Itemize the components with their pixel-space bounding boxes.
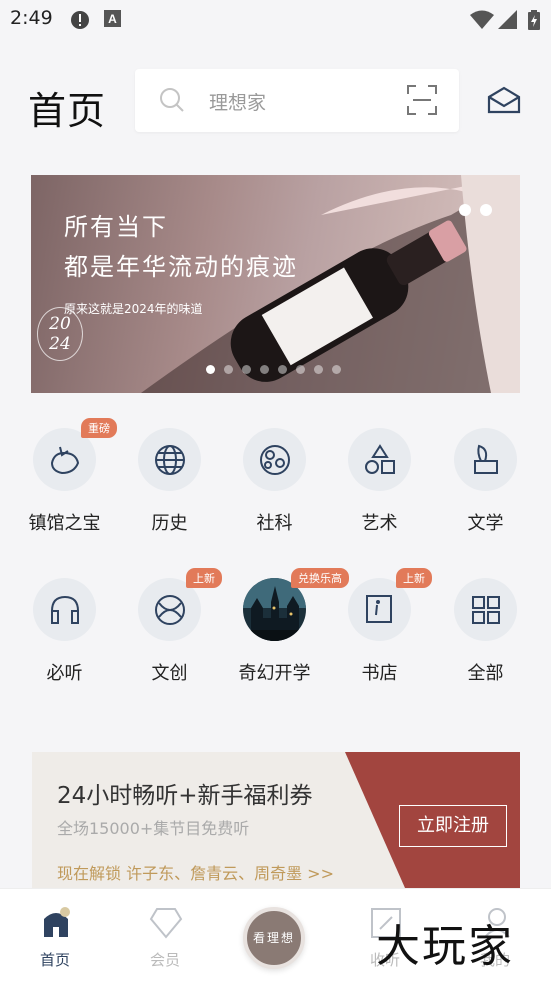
category-label: 社科 xyxy=(256,513,293,534)
home-icon xyxy=(40,907,72,943)
nav-member-label: 会员 xyxy=(149,951,180,969)
category-badge: 上新 xyxy=(186,568,222,588)
category-item[interactable]: 上新书店 xyxy=(327,568,432,685)
watermark-text: 大玩家 xyxy=(376,921,514,972)
promo-subtitle: 全场15000+集节目免费听 xyxy=(57,819,250,838)
category-item[interactable]: 文学 xyxy=(433,428,538,535)
a-keyboard-icon: A xyxy=(104,10,121,31)
carousel-dot[interactable] xyxy=(260,365,269,374)
carousel-dot[interactable] xyxy=(296,365,305,374)
globe-icon xyxy=(138,428,201,491)
search-placeholder: 理想家 xyxy=(209,92,267,114)
headphones-icon xyxy=(33,578,96,641)
category-item[interactable]: 历史 xyxy=(117,428,222,535)
register-button[interactable]: 立即注册 xyxy=(399,805,507,847)
carousel-dot[interactable] xyxy=(224,365,233,374)
battery-icon xyxy=(528,10,540,34)
page-title: 首页 xyxy=(28,89,107,133)
carousel-indicator[interactable] xyxy=(206,365,341,374)
category-label: 镇馆之宝 xyxy=(28,513,101,534)
status-time: 2:49 xyxy=(10,7,53,29)
grid-icon xyxy=(454,578,517,641)
carousel-dot[interactable] xyxy=(278,365,287,374)
category-label: 书店 xyxy=(361,663,398,684)
quill-icon xyxy=(454,428,517,491)
status-bar: 2:49 A xyxy=(0,0,551,38)
category-item[interactable]: 上新文创 xyxy=(117,568,222,685)
category-item[interactable]: 兑换乐高奇幻开学 xyxy=(222,568,349,685)
category-item[interactable]: 必听 xyxy=(12,578,117,685)
category-item[interactable]: 社科 xyxy=(222,428,327,535)
category-badge: 重磅 xyxy=(81,418,117,438)
signup-promo-card[interactable]: 24小时畅听+新手福利券 全场15000+集节目免费听 现在解锁 许子东、詹青云… xyxy=(32,752,520,888)
category-label: 文学 xyxy=(467,513,504,534)
year-bottom: 24 xyxy=(49,334,71,354)
svg-text:A: A xyxy=(108,12,117,26)
book-icon: 上新 xyxy=(348,568,432,641)
search-icon xyxy=(159,87,185,117)
category-label: 文创 xyxy=(151,663,188,684)
promo-unlock-link[interactable]: 现在解锁 许子东、詹青云、周奇墨 >> xyxy=(57,860,334,884)
nav-home-label: 首页 xyxy=(39,951,70,969)
banner-headline-2: 都是年华流动的痕迹 xyxy=(64,253,298,281)
search-bar[interactable]: 理想家 xyxy=(135,69,459,132)
castle-image: 兑换乐高 xyxy=(243,568,349,641)
carousel-dot[interactable] xyxy=(242,365,251,374)
alert-icon xyxy=(70,10,90,34)
center-logo-button[interactable]: 看理想 xyxy=(243,907,305,969)
year-top: 20 xyxy=(49,314,71,334)
category-badge: 上新 xyxy=(396,568,432,588)
scan-icon[interactable] xyxy=(407,85,437,119)
category-label: 全部 xyxy=(467,663,504,684)
category-label: 奇幻开学 xyxy=(238,663,311,684)
wifi-icon xyxy=(470,10,494,34)
carousel-dot[interactable] xyxy=(314,365,323,374)
treasure-icon: 重磅 xyxy=(33,418,117,491)
creative-icon: 上新 xyxy=(138,568,222,641)
category-label: 必听 xyxy=(46,663,83,684)
banner-year-seal: 20 24 xyxy=(37,307,83,361)
category-label: 艺术 xyxy=(361,513,398,534)
message-icon[interactable] xyxy=(487,86,521,118)
molecule-icon xyxy=(243,428,306,491)
carousel-dot[interactable] xyxy=(206,365,215,374)
diamond-icon xyxy=(149,907,183,943)
category-item[interactable]: 艺术 xyxy=(327,428,432,535)
promo-title: 24小时畅听+新手福利券 xyxy=(57,783,313,809)
category-item[interactable]: 全部 xyxy=(433,578,538,685)
shapes-icon xyxy=(348,428,411,491)
promo-banner[interactable]: 所有当下 都是年华流动的痕迹 原来这就是2024年的味道 20 24 xyxy=(31,175,520,393)
carousel-dot[interactable] xyxy=(332,365,341,374)
signal-icon xyxy=(498,10,518,34)
category-label: 历史 xyxy=(151,513,188,534)
category-item[interactable]: 重磅镇馆之宝 xyxy=(12,418,117,535)
banner-headline-1: 所有当下 xyxy=(64,213,168,241)
banner-subtitle: 原来这就是2024年的味道 xyxy=(64,302,203,316)
